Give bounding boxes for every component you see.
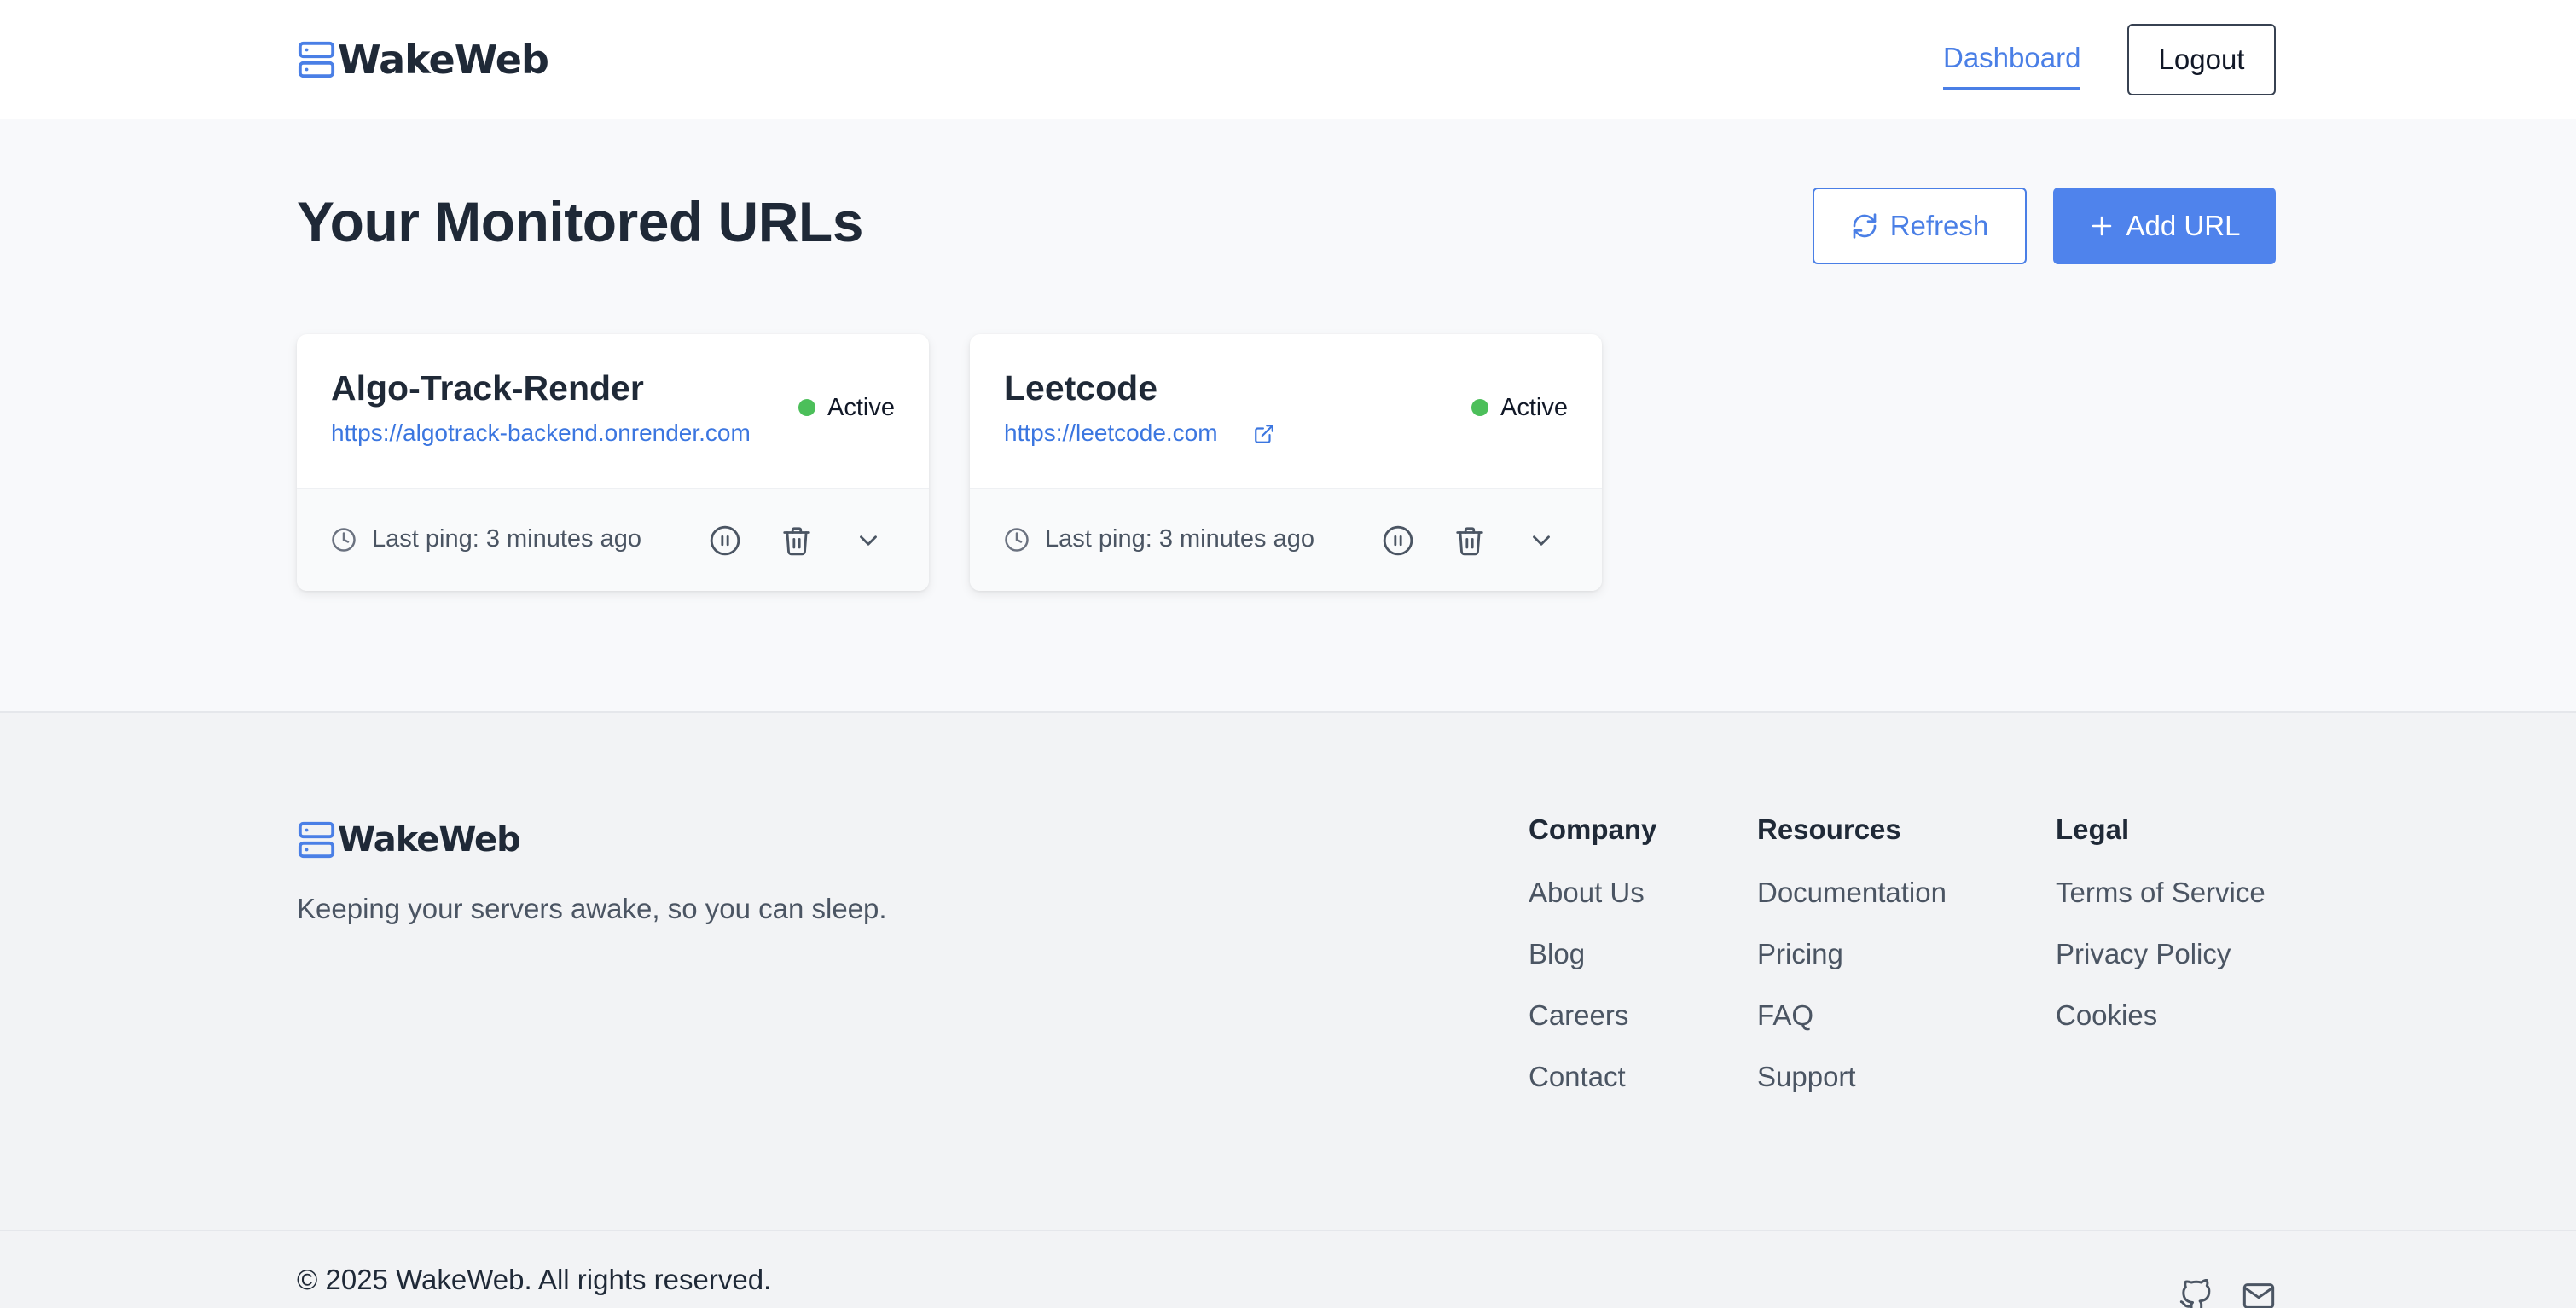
card-name: Leetcode [1004, 368, 1157, 408]
footer-column-title: Resources [1757, 813, 1901, 845]
footer-link-privacy[interactable]: Privacy Policy [2056, 938, 2266, 999]
last-ping-text: Last ping: 3 minutes ago [372, 525, 641, 553]
card-footer: Last ping: 3 minutes ago [297, 488, 929, 591]
card-header: Algo-Track-Render https://algotrack-back… [297, 334, 929, 488]
refresh-icon [1853, 213, 1877, 239]
add-url-label: Add URL [2126, 210, 2241, 241]
pause-icon [1383, 525, 1413, 556]
chevron-down-icon [860, 535, 877, 546]
status-badge: Active [790, 391, 895, 425]
refresh-label: Refresh [1889, 210, 1989, 241]
pause-icon [710, 525, 740, 556]
expand-button[interactable] [1523, 522, 1560, 559]
expand-button[interactable] [850, 522, 887, 559]
url-card: Algo-Track-Render https://algotrack-back… [297, 334, 929, 591]
footer-column-company: Company About Us Blog Careers Contact [1529, 813, 1656, 1122]
delete-button[interactable] [1451, 522, 1488, 559]
status-label: Active [1500, 393, 1568, 421]
footer-tagline: Keeping your servers awake, so you can s… [297, 893, 887, 924]
pause-button[interactable] [1379, 522, 1417, 559]
footer-logo-text: WakeWeb [338, 820, 521, 859]
clock-icon [332, 527, 356, 552]
copyright-text: © 2025 WakeWeb. All rights reserved. [297, 1264, 772, 1295]
top-header: WakeWeb Dashboard Logout [0, 0, 2576, 119]
status-badge: Active [1463, 391, 1568, 425]
logout-button[interactable]: Logout [2127, 24, 2276, 95]
nav-dashboard-link[interactable]: Dashboard [1943, 38, 2081, 90]
footer-link-terms[interactable]: Terms of Service [2056, 877, 2266, 938]
footer-link-cookies[interactable]: Cookies [2056, 999, 2266, 1061]
site-footer: WakeWeb Keeping your servers awake, so y… [0, 711, 2576, 1308]
header-logo[interactable]: WakeWeb [297, 34, 549, 85]
last-ping: Last ping: 3 minutes ago [1004, 525, 1314, 553]
footer-logo[interactable]: WakeWeb [297, 820, 521, 859]
pause-button[interactable] [706, 522, 744, 559]
footer-link-documentation[interactable]: Documentation [1757, 877, 1947, 938]
server-icon [298, 821, 335, 859]
page-title: Your Monitored URLs [297, 190, 863, 253]
refresh-button[interactable]: Refresh [1813, 188, 2027, 264]
logo-text: WakeWeb [338, 37, 549, 83]
add-url-button[interactable]: Add URL [2053, 188, 2276, 264]
chevron-down-icon [1533, 535, 1550, 546]
status-label: Active [827, 393, 895, 421]
footer-link-faq[interactable]: FAQ [1757, 999, 1947, 1061]
footer-link-blog[interactable]: Blog [1529, 938, 1656, 999]
trash-icon [1456, 527, 1483, 556]
footer-column-title: Company [1529, 813, 1657, 845]
server-icon [298, 41, 335, 78]
footer-bottom-bar: © 2025 WakeWeb. All rights reserved. [0, 1230, 2576, 1308]
footer-link-careers[interactable]: Careers [1529, 999, 1656, 1061]
footer-link-pricing[interactable]: Pricing [1757, 938, 1947, 999]
footer-link-contact[interactable]: Contact [1529, 1061, 1656, 1122]
trash-icon [783, 527, 810, 556]
status-dot [798, 399, 816, 416]
github-icon[interactable] [2179, 1279, 2213, 1308]
mail-icon[interactable] [2242, 1279, 2276, 1308]
card-footer: Last ping: 3 minutes ago [970, 488, 1602, 591]
plus-icon [2092, 216, 2111, 236]
status-dot [1471, 399, 1489, 416]
footer-link-about[interactable]: About Us [1529, 877, 1656, 938]
card-url-link[interactable]: https://algotrack-backend.onrender.com [331, 420, 757, 447]
external-link-icon[interactable] [1253, 423, 1275, 445]
last-ping-text: Last ping: 3 minutes ago [1045, 525, 1314, 553]
card-name: Algo-Track-Render [331, 368, 644, 408]
delete-button[interactable] [778, 522, 815, 559]
footer-column-legal: Legal Terms of Service Privacy Policy Co… [2056, 813, 2266, 1061]
card-header: Leetcode https://leetcode.com Active [970, 334, 1602, 488]
last-ping: Last ping: 3 minutes ago [331, 525, 641, 553]
url-card: Leetcode https://leetcode.com Active Las… [970, 334, 1602, 591]
card-url-link[interactable]: https://leetcode.com [1004, 420, 1218, 447]
footer-column-resources: Resources Documentation Pricing FAQ Supp… [1757, 813, 1947, 1122]
footer-column-title: Legal [2056, 813, 2130, 845]
footer-link-support[interactable]: Support [1757, 1061, 1947, 1122]
clock-icon [1005, 527, 1029, 552]
